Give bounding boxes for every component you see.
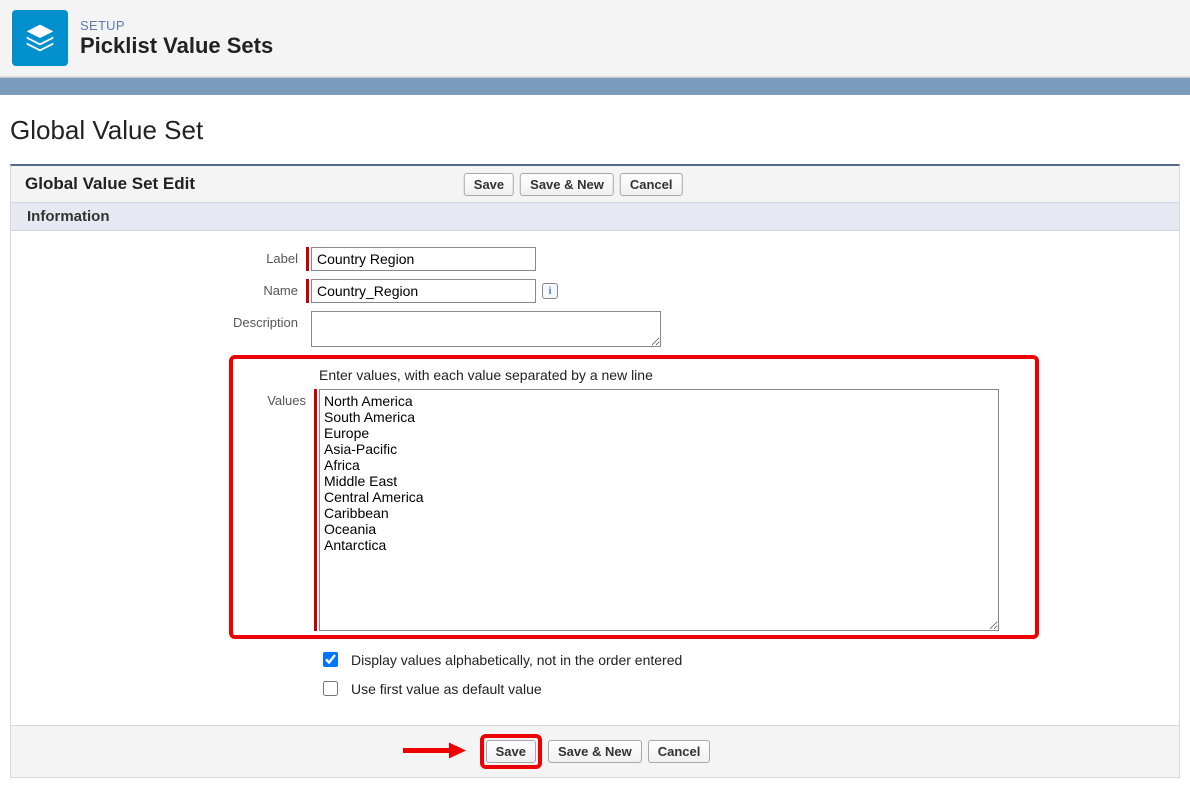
description-label: Description xyxy=(11,311,306,330)
values-highlight-box: Enter values, with each value separated … xyxy=(229,355,1039,639)
edit-title: Global Value Set Edit xyxy=(25,174,195,194)
info-icon[interactable]: i xyxy=(542,283,558,299)
values-label: Values xyxy=(237,389,314,408)
layers-icon xyxy=(12,10,68,66)
panel-header: Global Value Set Edit Save Save & New Ca… xyxy=(11,166,1179,202)
bottom-button-row: Save Save & New Cancel xyxy=(11,725,1179,777)
header-text: SETUP Picklist Value Sets xyxy=(80,18,273,59)
top-button-row: Save Save & New Cancel xyxy=(464,173,683,196)
default-label: Use first value as default value xyxy=(351,681,542,697)
cancel-button-bottom[interactable]: Cancel xyxy=(648,740,711,763)
section-information: Information xyxy=(11,202,1179,231)
required-indicator xyxy=(306,247,309,271)
row-label: Label xyxy=(11,243,1179,275)
form-area: Label Name i Description xyxy=(11,231,1179,725)
save-button-bottom[interactable]: Save xyxy=(486,740,536,763)
row-alpha: Display values alphabetically, not in th… xyxy=(11,645,1179,674)
values-spacer xyxy=(237,367,314,371)
name-input[interactable] xyxy=(311,279,536,303)
save-highlight-box: Save xyxy=(480,734,542,769)
alpha-checkbox[interactable] xyxy=(323,652,338,667)
label-input[interactable] xyxy=(311,247,536,271)
setup-header: SETUP Picklist Value Sets xyxy=(0,0,1190,77)
decorative-strip xyxy=(0,77,1190,95)
required-indicator xyxy=(306,279,309,303)
setup-label: SETUP xyxy=(80,18,273,33)
save-new-button-bottom[interactable]: Save & New xyxy=(548,740,642,763)
values-hint: Enter values, with each value separated … xyxy=(319,367,653,389)
cancel-button[interactable]: Cancel xyxy=(620,173,683,196)
edit-panel: Global Value Set Edit Save Save & New Ca… xyxy=(10,164,1180,778)
row-default: Use first value as default value xyxy=(11,674,1179,703)
save-button[interactable]: Save xyxy=(464,173,514,196)
content-title: Global Value Set xyxy=(10,115,1180,146)
values-textarea[interactable] xyxy=(319,389,999,631)
description-input[interactable] xyxy=(311,311,661,347)
required-indicator xyxy=(314,389,317,631)
row-name: Name i xyxy=(11,275,1179,307)
default-checkbox[interactable] xyxy=(323,681,338,696)
label-label: Label xyxy=(11,247,306,266)
alpha-label: Display values alphabetically, not in th… xyxy=(351,652,682,668)
arrow-annotation xyxy=(401,739,466,764)
save-new-button[interactable]: Save & New xyxy=(520,173,614,196)
page-title: Picklist Value Sets xyxy=(80,33,273,59)
name-label: Name xyxy=(11,279,306,298)
row-description: Description xyxy=(11,307,1179,351)
